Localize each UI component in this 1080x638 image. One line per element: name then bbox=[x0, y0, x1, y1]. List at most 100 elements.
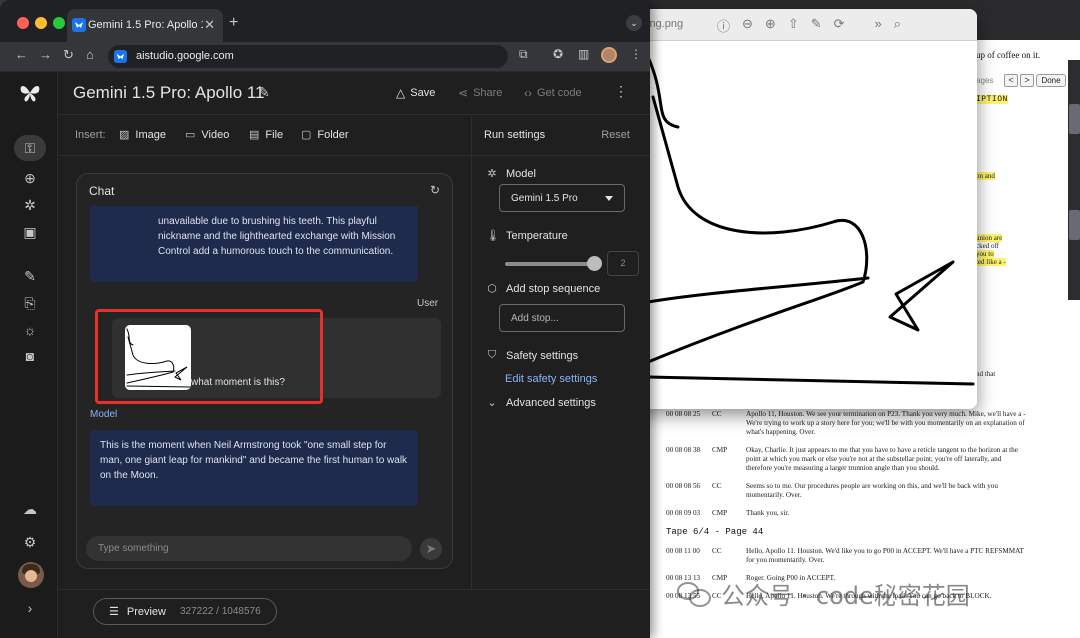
stop-icon: ⬡ bbox=[487, 283, 497, 295]
extension-icon[interactable]: ⧉ bbox=[519, 47, 528, 62]
transcript-text: Hello, Apollo 11. Houston. We'd like you… bbox=[746, 547, 1024, 564]
insert-folder-button[interactable]: ▢ Folder bbox=[301, 128, 349, 142]
temperature-slider-track[interactable] bbox=[505, 262, 597, 266]
home-icon[interactable]: ⌂ bbox=[86, 47, 94, 62]
new-prompt-icon[interactable]: ⊕ bbox=[20, 168, 40, 188]
tab-title: Gemini 1.5 Pro: Apollo 11 | Goo bbox=[88, 19, 203, 31]
profile-avatar[interactable] bbox=[601, 47, 617, 63]
model-select[interactable]: Gemini 1.5 Pro bbox=[499, 184, 625, 212]
expand-rail-icon[interactable]: › bbox=[20, 598, 40, 618]
close-window-icon[interactable] bbox=[17, 17, 29, 29]
transcript-row: 00 08 08 38 CMP Okay, Charlie. It just app… bbox=[666, 446, 1026, 473]
preview-button[interactable]: ☰ Preview 327222 / 1048576 bbox=[93, 598, 277, 625]
sidebar-toggle-icon[interactable]: ▥ bbox=[578, 47, 589, 61]
drawing-stroke bbox=[648, 55, 680, 129]
url-field[interactable]: aistudio.google.com bbox=[108, 45, 508, 68]
safety-setting: ⛉ Safety settings bbox=[487, 349, 579, 362]
docs-icon[interactable]: ⎘ bbox=[20, 293, 40, 313]
get-code-button[interactable]: ‹› Get code bbox=[524, 86, 582, 100]
transcript-text: Okay, Charlie. It just appears to me tha… bbox=[746, 446, 1018, 472]
code-icon: ‹› bbox=[524, 86, 532, 100]
rotate-icon[interactable]: ⟳ bbox=[834, 16, 845, 35]
info-icon[interactable]: ⓘ bbox=[717, 16, 730, 35]
transcript-time: 00 08 08 56 bbox=[666, 482, 701, 490]
gear-icon[interactable]: ⚙ bbox=[20, 532, 40, 552]
new-tab-icon[interactable]: + bbox=[229, 14, 238, 32]
caret-down-icon bbox=[605, 196, 613, 201]
reload-icon[interactable]: ↻ bbox=[63, 47, 74, 63]
window-thumbnail[interactable] bbox=[1069, 210, 1080, 240]
page-title: Gemini 1.5 Pro: Apollo 11 bbox=[73, 83, 265, 102]
library-icon[interactable]: ▣ bbox=[20, 222, 40, 242]
edit-safety-link[interactable]: Edit safety settings bbox=[505, 373, 597, 385]
drawing-stroke bbox=[648, 375, 975, 386]
markup-icon[interactable]: ✎ bbox=[811, 16, 822, 35]
transcript-speaker: CC bbox=[712, 482, 722, 490]
back-icon[interactable]: ← bbox=[15, 47, 28, 62]
lightbulb-icon[interactable]: ☼ bbox=[20, 320, 40, 340]
insert-file-button[interactable]: ▤ File bbox=[249, 128, 283, 142]
forward-icon[interactable]: → bbox=[39, 47, 52, 62]
zoom-in-icon[interactable]: ⊕ bbox=[765, 16, 776, 35]
minimize-window-icon[interactable] bbox=[35, 17, 47, 29]
stop-sequence-input[interactable] bbox=[499, 304, 625, 332]
edit-title-icon[interactable]: ✎ bbox=[258, 84, 270, 101]
browser-menu-icon[interactable]: ⋮ bbox=[630, 47, 642, 61]
window-thumbnail-strip bbox=[1068, 60, 1080, 300]
reset-button[interactable]: Reset bbox=[601, 129, 630, 141]
doc-fragment: cked off bbox=[976, 242, 999, 250]
drawing-canvas bbox=[648, 42, 977, 409]
doc-top-caption: up of coffee on it. bbox=[976, 50, 1041, 60]
address-bar: ← → ↻ ⌂ aistudio.google.com ⧉ ✪ ▥ ⋮ bbox=[0, 42, 650, 72]
transcript-text: Apollo 11, Houston. We see your terminat… bbox=[746, 410, 1026, 436]
doc-fragment: union are bbox=[976, 234, 1003, 242]
save-button[interactable]: △ Save bbox=[396, 86, 435, 100]
avatar[interactable] bbox=[18, 562, 44, 588]
chat-title: Chat bbox=[89, 184, 115, 198]
insert-toolbar: Insert: ▨ Image ▭ Video ▤ File ▢ Folder bbox=[58, 116, 471, 156]
user-label: User bbox=[417, 298, 439, 309]
search-icon[interactable]: ⌕ bbox=[894, 16, 901, 35]
doc-pages-label: ages bbox=[976, 76, 994, 85]
footer-bar: ☰ Preview 327222 / 1048576 bbox=[58, 589, 650, 638]
learn-icon[interactable]: ✎ bbox=[20, 266, 40, 286]
send-button[interactable]: ➤ bbox=[420, 538, 442, 560]
discord-icon[interactable]: ◙ bbox=[20, 346, 40, 366]
model-message: This is the moment when Neil Armstrong t… bbox=[90, 430, 418, 506]
drawing-stroke bbox=[648, 276, 870, 304]
doc-prev-button[interactable]: < bbox=[1004, 74, 1018, 87]
advanced-settings-toggle[interactable]: ⌄ Advanced settings bbox=[486, 396, 596, 410]
doc-done-button[interactable]: Done bbox=[1036, 74, 1066, 87]
close-tab-icon[interactable]: ✕ bbox=[204, 17, 215, 33]
temperature-value[interactable]: 2 bbox=[607, 251, 639, 276]
refresh-icon[interactable]: ↻ bbox=[430, 183, 440, 197]
tab-search-icon[interactable]: ⌄ bbox=[626, 15, 642, 31]
more-options-icon[interactable]: ⋮ bbox=[614, 83, 628, 100]
annotation-highlight-box bbox=[95, 309, 323, 404]
tuning-icon[interactable]: ✲ bbox=[20, 195, 40, 215]
extension-icon[interactable]: ✪ bbox=[553, 47, 563, 61]
transcript-time: 00 08 08 25 bbox=[666, 410, 701, 418]
zoom-out-icon[interactable]: ⊖ bbox=[742, 16, 753, 35]
stop-sequence-setting: ⬡ Add stop sequence bbox=[487, 282, 601, 296]
more-icon[interactable]: » bbox=[875, 16, 882, 35]
doc-section-heading: IPTION bbox=[976, 95, 1008, 104]
share-icon[interactable]: ⇧ bbox=[788, 16, 799, 35]
maximize-window-icon[interactable] bbox=[53, 17, 65, 29]
key-icon[interactable]: ⚿ bbox=[20, 138, 40, 158]
token-count: 327222 / 1048576 bbox=[180, 606, 261, 617]
browser-tab[interactable]: Gemini 1.5 Pro: Apollo 11 | Goo ✕ bbox=[67, 9, 223, 42]
transcript-row: 00 08 08 25 CC Apollo 11, Houston. We see … bbox=[666, 410, 1026, 437]
cloud-icon[interactable]: ☁ bbox=[20, 499, 40, 519]
aistudio-logo-icon[interactable] bbox=[19, 83, 41, 103]
insert-video-button[interactable]: ▭ Video bbox=[185, 128, 229, 142]
transcript-speaker: CC bbox=[712, 547, 722, 555]
share-button[interactable]: ⋖ Share bbox=[458, 86, 502, 100]
transcript-row: 00 08 09 03 CMP Thank you, sir. bbox=[666, 509, 1026, 518]
insert-label: Insert: bbox=[75, 129, 106, 141]
doc-next-button[interactable]: > bbox=[1020, 74, 1034, 87]
temperature-slider-thumb[interactable] bbox=[586, 256, 602, 271]
chat-input[interactable] bbox=[86, 536, 412, 561]
insert-image-button[interactable]: ▨ Image bbox=[119, 128, 166, 142]
window-thumbnail[interactable] bbox=[1069, 104, 1080, 134]
